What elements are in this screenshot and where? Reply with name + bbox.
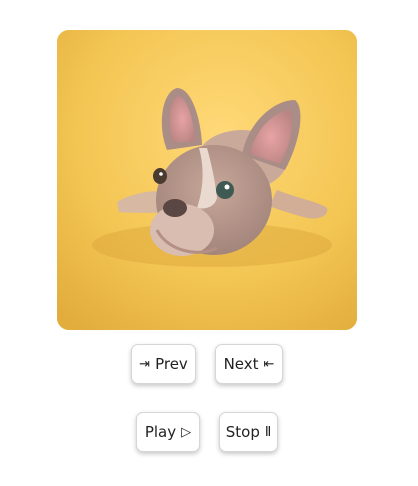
arrow-right-to-bar-icon: ⇤ xyxy=(263,356,275,372)
slideshow-image xyxy=(57,30,357,330)
stop-button[interactable]: Stop Ⅱ xyxy=(219,412,278,452)
next-button-label: Next xyxy=(223,355,259,373)
next-button[interactable]: Next ⇤ xyxy=(215,344,283,384)
play-button-label: Play xyxy=(144,423,177,441)
dog-photo xyxy=(57,30,357,330)
arrow-left-to-bar-icon: ⇥ xyxy=(139,356,151,372)
stop-button-label: Stop xyxy=(225,423,260,441)
play-button[interactable]: Play ▷ xyxy=(136,412,200,452)
play-icon: ▷ xyxy=(181,424,192,440)
prev-button[interactable]: ⇥ Prev xyxy=(131,344,196,384)
prev-button-label: Prev xyxy=(155,355,188,373)
pause-icon: Ⅱ xyxy=(264,424,272,440)
